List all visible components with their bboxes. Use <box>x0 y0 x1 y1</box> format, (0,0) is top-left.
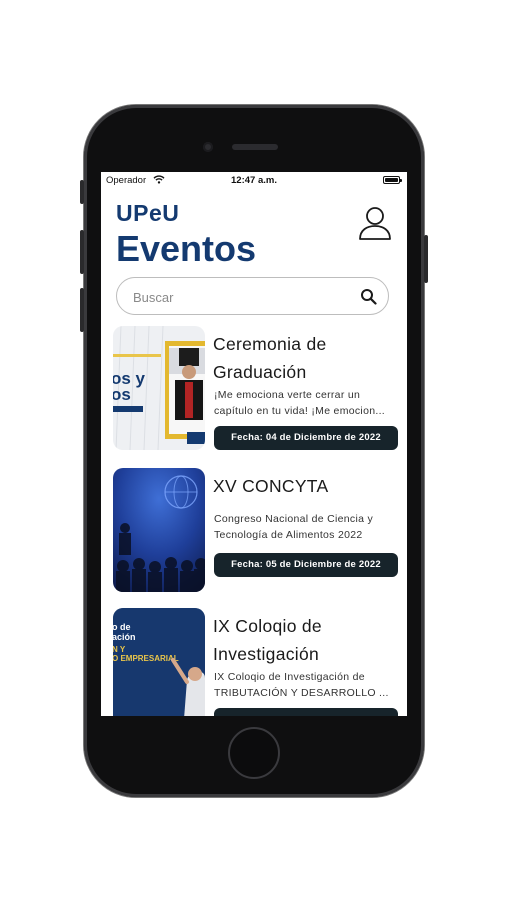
home-button[interactable] <box>228 727 280 779</box>
svg-text:O EMPRESARIAL: O EMPRESARIAL <box>113 654 179 663</box>
event-card-graduacion[interactable]: os y os Ceremonia de Graduación ¡Me emoc… <box>113 326 403 450</box>
event-date-badge <box>214 708 398 716</box>
mute-switch <box>80 180 84 204</box>
search-bar[interactable] <box>116 277 389 315</box>
event-thumbnail: o de ación N Y O EMPRESARIAL <box>113 608 205 716</box>
power-button <box>424 235 428 283</box>
app-screen: Operador 12:47 a.m. UPeU Eventos Buscar … <box>101 172 407 716</box>
volume-up-button <box>80 230 84 274</box>
volume-down-button <box>80 288 84 332</box>
event-description: IX Coloqio de Investigación de TRIBUTACI… <box>214 671 389 699</box>
event-date-badge: Fecha: 05 de Diciembre de 2022 <box>214 553 398 577</box>
event-title: XV CONCYTA <box>213 476 329 496</box>
event-title: IX Coloqio de Investigación <box>213 616 322 664</box>
event-card-coloqio[interactable]: o de ación N Y O EMPRESARIAL IX Coloqio … <box>113 608 403 716</box>
event-title: Ceremonia de Graduación <box>213 334 327 382</box>
status-bar: Operador 12:47 a.m. <box>101 172 407 190</box>
svg-text:ación: ación <box>113 632 136 642</box>
event-thumbnail: os y os <box>113 326 205 450</box>
earpiece-speaker <box>232 144 278 150</box>
thumbnail-text: o de <box>113 622 131 632</box>
svg-text:os: os <box>113 385 131 404</box>
battery-icon <box>383 176 402 184</box>
brand-label: UPeU <box>116 200 180 226</box>
svg-text:N Y: N Y <box>113 645 126 654</box>
front-camera <box>203 142 213 152</box>
search-icon[interactable] <box>360 288 377 305</box>
event-thumbnail <box>113 468 205 592</box>
event-card-concyta[interactable]: XV CONCYTA Congreso Nacional de Ciencia … <box>113 468 403 592</box>
clock: 12:47 a.m. <box>231 175 277 186</box>
page-title: Eventos <box>116 228 257 269</box>
search-input[interactable] <box>131 286 355 308</box>
event-date-badge: Fecha: 04 de Diciembre de 2022 <box>214 426 398 450</box>
event-description: ¡Me emociona verte cerrar un capítulo en… <box>214 389 385 417</box>
event-description: Congreso Nacional de Ciencia y Tecnologí… <box>214 513 373 541</box>
user-profile-icon[interactable] <box>357 205 393 241</box>
